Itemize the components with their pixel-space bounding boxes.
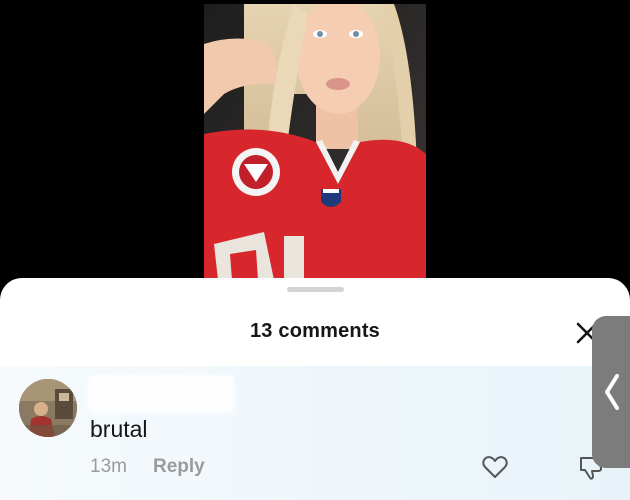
reply-button[interactable]: Reply bbox=[153, 456, 205, 478]
chevron-left-icon bbox=[605, 374, 619, 410]
comment-timestamp: 13m bbox=[90, 456, 127, 477]
drag-handle[interactable] bbox=[287, 287, 344, 292]
heart-icon bbox=[482, 456, 508, 478]
avatar[interactable] bbox=[19, 379, 77, 437]
avatar-image bbox=[19, 379, 77, 437]
like-button[interactable] bbox=[481, 453, 509, 481]
video-thumbnail[interactable] bbox=[204, 4, 426, 280]
username-redacted[interactable] bbox=[88, 375, 234, 413]
comments-count-title: 13 comments bbox=[249, 320, 381, 342]
comment-text: brutal bbox=[90, 416, 148, 442]
comments-sheet: 13 comments brutal 13m Reply bbox=[0, 278, 630, 500]
app-screen: 13 comments brutal 13m Reply bbox=[0, 0, 630, 500]
video-thumbnail-image bbox=[204, 4, 426, 280]
comment-item[interactable]: brutal 13m Reply bbox=[0, 366, 630, 500]
side-panel-handle[interactable] bbox=[592, 316, 630, 468]
